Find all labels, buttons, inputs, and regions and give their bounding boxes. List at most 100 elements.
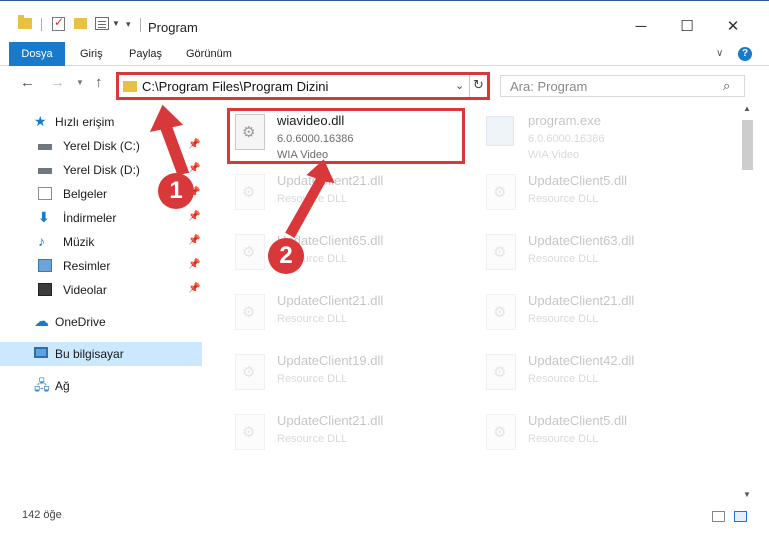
refresh-icon[interactable]: ↻ (473, 77, 484, 93)
file-item[interactable]: program.exe 6.0.6000.16386 WIA Video (478, 108, 708, 164)
file-name: UpdateClient42.dll (528, 353, 635, 368)
address-path[interactable]: C:\Program Files\Program Dizini (142, 79, 328, 94)
file-name: program.exe (528, 113, 601, 128)
sidebar-item-this-pc[interactable]: Bu bilgisayar (0, 342, 202, 366)
close-button[interactable]: ✕ (710, 13, 756, 41)
tab-home[interactable]: Giriş (80, 42, 103, 66)
pin-icon[interactable]: 📌 (188, 235, 200, 246)
pin-icon[interactable]: 📌 (188, 259, 200, 270)
navigation-pane: ★ Hızlı erişim Yerel Disk (C:) 📌 Yerel D… (0, 104, 210, 504)
file-version: 6.0.6000.16386 (277, 133, 354, 145)
scrollbar-thumb[interactable] (742, 120, 753, 170)
status-bar: 142 öğe (0, 504, 769, 526)
title-bar: ▼ ▾ Program ─ ☐ ✕ (0, 0, 769, 42)
tab-file[interactable]: Dosya (9, 42, 65, 66)
download-icon: ⬇ (38, 209, 50, 225)
file-item[interactable]: UpdateClient42.dll Resource DLL (478, 348, 708, 404)
network-icon: 🖧 (34, 377, 50, 393)
file-description: Resource DLL (528, 253, 599, 265)
disk-icon (38, 144, 52, 150)
file-item[interactable]: wiavideo.dll 6.0.6000.16386 WIA Video (227, 108, 465, 164)
sidebar-item-music[interactable]: ♪ Müzik 📌 (0, 230, 202, 254)
sidebar-item-local-disk-c[interactable]: Yerel Disk (C:) 📌 (0, 134, 202, 158)
sidebar-item-label: Bu bilgisayar (55, 347, 124, 361)
file-description: WIA Video (528, 149, 580, 161)
tiles-view-icon[interactable] (734, 511, 747, 522)
sidebar-item-downloads[interactable]: ⬇ İndirmeler 📌 (0, 206, 202, 230)
sidebar-item-label: Resimler (63, 259, 111, 273)
file-item[interactable]: UpdateClient5.dll Resource DLL (478, 168, 708, 224)
help-icon[interactable]: ? (738, 47, 752, 61)
file-description: Resource DLL (528, 373, 599, 385)
chevron-down-icon[interactable]: ▼ (112, 19, 120, 39)
minimize-button[interactable]: ─ (618, 13, 664, 41)
dll-file-icon (235, 174, 265, 210)
navigation-bar: ← → ▼ ↑ C:\Program Files\Program Dizini … (0, 66, 769, 102)
dll-file-icon (486, 414, 516, 450)
vertical-scrollbar[interactable]: ▲ ▼ (740, 104, 754, 504)
film-icon (38, 283, 52, 296)
file-description: Resource DLL (528, 433, 599, 445)
expand-ribbon-icon[interactable]: ∨ (716, 48, 723, 59)
file-item[interactable]: UpdateClient63.dll Resource DLL (478, 228, 708, 284)
dll-file-icon (235, 234, 265, 270)
quick-access-separator (41, 18, 42, 31)
properties-check-icon[interactable] (52, 15, 65, 31)
callout-1: 1 (158, 173, 194, 209)
sidebar-item-label: Yerel Disk (C:) (63, 139, 140, 153)
file-item[interactable]: UpdateClient65.dll Resource DLL (227, 228, 457, 284)
list-icon[interactable] (95, 17, 109, 30)
file-name: UpdateClient63.dll (528, 233, 635, 248)
exe-file-icon (486, 116, 514, 146)
file-name: UpdateClient21.dll (277, 413, 384, 428)
details-view-icon[interactable] (712, 511, 725, 522)
up-arrow-icon[interactable]: ↑ (95, 74, 103, 91)
customize-quick-access-icon[interactable]: ▾ (126, 19, 131, 39)
folder-icon[interactable] (18, 15, 32, 29)
chevron-down-icon[interactable]: ⌄ (455, 79, 464, 92)
address-bar[interactable]: C:\Program Files\Program Dizini ⌄ ↻ (116, 72, 490, 100)
file-item[interactable]: UpdateClient21.dll Resource DLL (227, 168, 457, 224)
dll-file-icon (486, 174, 516, 210)
maximize-button[interactable]: ☐ (664, 13, 710, 41)
file-name: UpdateClient21.dll (277, 173, 384, 188)
file-description: Resource DLL (277, 373, 348, 385)
file-name: UpdateClient5.dll (528, 173, 628, 188)
search-input[interactable]: Ara: Program ⌕ (500, 75, 745, 97)
new-folder-icon[interactable] (74, 18, 87, 29)
item-count: 142 öğe (22, 509, 62, 521)
sidebar-item-onedrive[interactable]: ☁ OneDrive (0, 310, 202, 334)
file-item[interactable]: UpdateClient5.dll Resource DLL (478, 408, 708, 464)
sidebar-item-label: OneDrive (55, 315, 106, 329)
pin-icon[interactable]: 📌 (188, 163, 200, 174)
dll-file-icon (235, 114, 265, 150)
file-item[interactable]: UpdateClient21.dll Resource DLL (227, 408, 457, 464)
pin-icon[interactable]: 📌 (188, 211, 200, 222)
tab-share[interactable]: Paylaş (129, 42, 162, 66)
recent-locations-icon[interactable]: ▼ (76, 78, 84, 87)
file-item[interactable]: UpdateClient21.dll Resource DLL (478, 288, 708, 344)
search-icon[interactable]: ⌕ (723, 78, 730, 94)
forward-arrow-icon[interactable]: → (50, 74, 65, 91)
dll-file-icon (486, 294, 516, 330)
scroll-up-icon[interactable]: ▲ (743, 104, 751, 113)
file-item[interactable]: UpdateClient19.dll Resource DLL (227, 348, 457, 404)
back-arrow-icon[interactable]: ← (20, 74, 35, 91)
pin-icon[interactable]: 📌 (188, 283, 200, 294)
sidebar-item-network[interactable]: 🖧 Ağ (0, 374, 202, 398)
pictures-icon (38, 259, 52, 272)
ribbon-tabs: Dosya Giriş Paylaş Görünüm ∨ ? (0, 42, 769, 66)
sidebar-item-videos[interactable]: Videolar 📌 (0, 278, 202, 302)
sidebar-item-label: Ağ (55, 379, 70, 393)
star-icon: ★ (34, 113, 47, 129)
file-description: Resource DLL (277, 193, 348, 205)
dll-file-icon (235, 294, 265, 330)
file-item[interactable]: UpdateClient21.dll Resource DLL (227, 288, 457, 344)
scroll-down-icon[interactable]: ▼ (743, 490, 751, 499)
sidebar-item-quick-access[interactable]: ★ Hızlı erişim (0, 110, 202, 134)
sidebar-item-label: Belgeler (63, 187, 108, 201)
tab-view[interactable]: Görünüm (186, 42, 232, 66)
pin-icon[interactable]: 📌 (188, 139, 200, 150)
search-placeholder: Ara: Program (510, 79, 588, 94)
sidebar-item-pictures[interactable]: Resimler 📌 (0, 254, 202, 278)
